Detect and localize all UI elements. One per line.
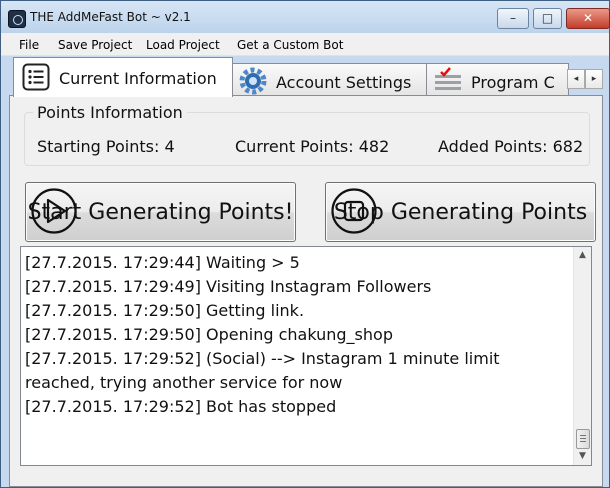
menu-file[interactable]: File [19, 38, 39, 52]
maximize-button[interactable]: □ [533, 8, 562, 29]
tab-program[interactable]: Program C [426, 63, 569, 96]
points-information-group: Points Information Starting Points: 4 Cu… [24, 103, 590, 166]
log-textbox[interactable]: [27.7.2015. 17:29:44] Waiting > 5 [27.7.… [20, 246, 592, 466]
stop-button[interactable]: Stop Generating Points [325, 182, 596, 242]
title-bar[interactable]: THE AddMeFast Bot ~ v2.1 – □ ✕ [1, 1, 610, 33]
log-line: [27.7.2015. 17:29:50] Opening chakung_sh… [25, 325, 393, 344]
app-icon[interactable] [8, 10, 26, 28]
menu-save-project[interactable]: Save Project [58, 38, 132, 52]
added-points: Added Points: 682 [438, 137, 584, 156]
scroll-thumb[interactable] [576, 429, 590, 449]
tab-strip: Current Information Account Settings Pro… [9, 57, 603, 97]
current-points: Current Points: 482 [235, 137, 390, 156]
menu-load-project[interactable]: Load Project [146, 38, 220, 52]
log-lines: [27.7.2015. 17:29:44] Waiting > 5 [27.7.… [25, 251, 571, 419]
log-line: [27.7.2015. 17:29:44] Waiting > 5 [25, 253, 300, 272]
log-line: [27.7.2015. 17:29:50] Getting link. [25, 301, 305, 320]
log-line: [27.7.2015. 17:29:52] (Social) --> Insta… [25, 349, 500, 392]
tab-current-information[interactable]: Current Information [13, 57, 233, 97]
tab-scroll-left[interactable]: ◂ [567, 69, 585, 89]
tab-label: Account Settings [276, 73, 412, 92]
scroll-down-icon[interactable]: ▼ [574, 448, 591, 465]
starting-points: Starting Points: 4 [37, 137, 175, 156]
app-window: THE AddMeFast Bot ~ v2.1 – □ ✕ File Save… [0, 0, 610, 488]
tab-account-settings[interactable]: Account Settings [231, 63, 428, 96]
minimize-button[interactable]: – [497, 8, 529, 29]
close-button[interactable]: ✕ [566, 8, 610, 29]
scroll-up-icon[interactable]: ▲ [574, 247, 591, 264]
tab-label: Program C [471, 73, 555, 92]
list-icon [22, 63, 50, 91]
tab-scroll-right[interactable]: ▸ [585, 69, 603, 89]
current-information-panel: Points Information Starting Points: 4 Cu… [9, 95, 603, 487]
menu-get-custom-bot[interactable]: Get a Custom Bot [237, 38, 343, 52]
log-scrollbar[interactable]: ▲ ▼ [573, 247, 591, 465]
tab-label: Current Information [59, 69, 217, 88]
checklist-icon [435, 67, 461, 90]
stop-button-label: Stop Generating Points [333, 200, 588, 225]
log-line: [27.7.2015. 17:29:49] Visiting Instagram… [25, 277, 432, 296]
window-title: THE AddMeFast Bot ~ v2.1 [30, 10, 191, 24]
log-line: [27.7.2015. 17:29:52] Bot has stopped [25, 397, 337, 416]
start-button-label: Start Generating Points! [27, 200, 294, 225]
group-title: Points Information [33, 103, 187, 122]
gear-icon [239, 67, 267, 95]
menu-bar: File Save Project Load Project Get a Cus… [1, 33, 609, 56]
start-button[interactable]: Start Generating Points! [25, 182, 296, 242]
